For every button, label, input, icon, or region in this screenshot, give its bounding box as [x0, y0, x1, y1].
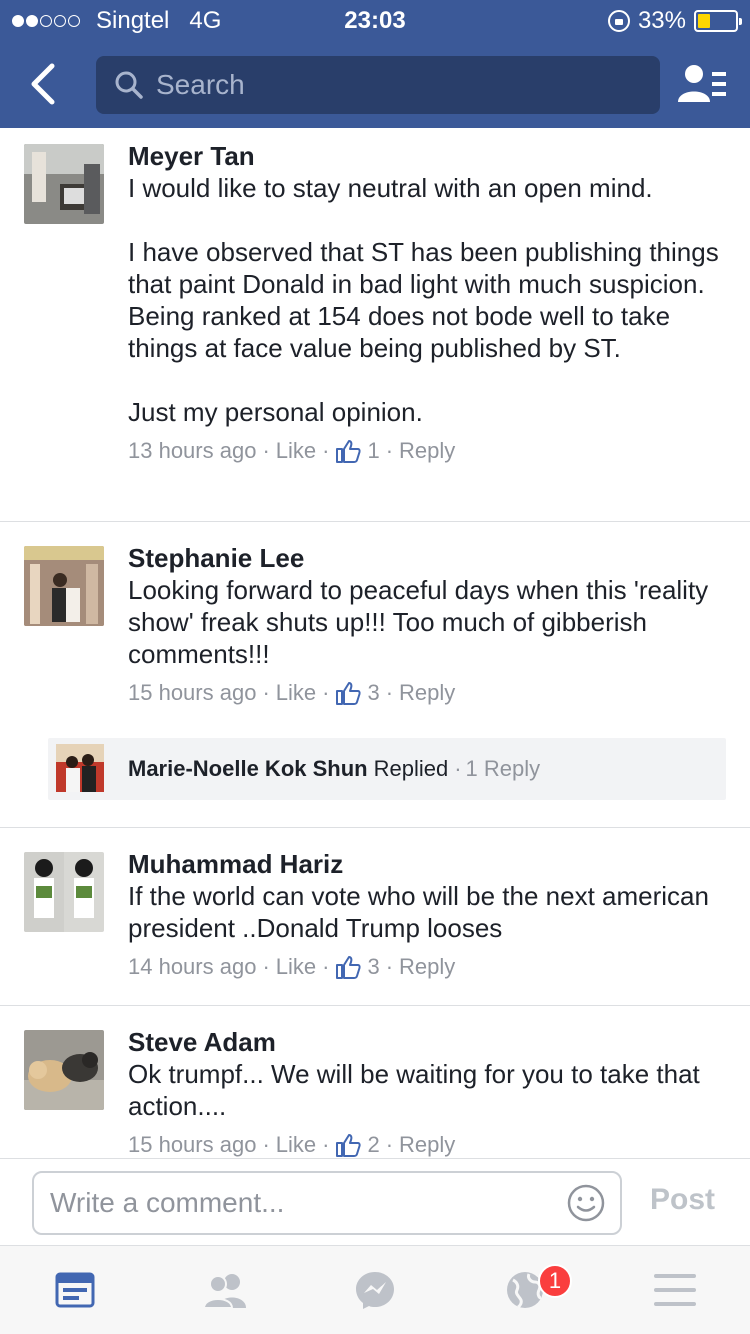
like-button[interactable]: Like — [276, 680, 316, 706]
comment-text: If the world can vote who will be the ne… — [128, 881, 717, 943]
thumbs-up-icon — [335, 680, 362, 706]
reply-button[interactable]: Reply — [399, 1132, 455, 1158]
post-button[interactable]: Post — [650, 1183, 715, 1217]
comment-item: Meyer Tan I would like to stay neutral w… — [0, 128, 750, 522]
thumbs-up-icon — [335, 954, 362, 980]
navigation-bar: Search — [0, 40, 750, 128]
news-feed-icon — [55, 1272, 95, 1308]
thumbs-up-icon — [335, 438, 362, 464]
search-input[interactable]: Search — [96, 56, 660, 114]
comment-meta: 15 hours ago · Like · 3 · Reply — [128, 680, 456, 706]
comment-text: Looking forward to peaceful days when th… — [128, 575, 716, 669]
comment-meta: 15 hours ago · Like · 2 · Reply — [128, 1132, 456, 1158]
avatar[interactable] — [24, 852, 104, 932]
comment-composer: Write a comment... Post — [0, 1158, 750, 1246]
tab-notifications[interactable]: 1 — [450, 1246, 600, 1334]
reply-button[interactable]: Reply — [399, 680, 455, 706]
top-bar: Singtel 4G 23:03 33% Search — [0, 0, 750, 128]
notification-badge: 1 — [538, 1264, 572, 1298]
comment-meta: 13 hours ago · Like · 1 · Reply — [128, 438, 456, 464]
tab-messenger[interactable] — [300, 1246, 450, 1334]
search-placeholder: Search — [156, 69, 245, 100]
like-count: 1 — [367, 438, 380, 463]
status-bar: Singtel 4G 23:03 33% — [0, 0, 750, 40]
reply-count[interactable]: 1 Reply — [466, 756, 541, 782]
like-button[interactable]: Like — [276, 954, 316, 980]
reply-author[interactable]: Marie-Noelle Kok Shun — [128, 756, 368, 782]
avatar[interactable] — [24, 144, 104, 224]
rotation-lock-icon — [607, 10, 630, 32]
reply-button[interactable]: Reply — [399, 438, 455, 464]
chevron-left-icon — [31, 63, 55, 105]
comment-author[interactable]: Meyer Tan — [128, 140, 726, 172]
tab-bar: 1 — [0, 1246, 750, 1334]
avatar — [56, 744, 104, 792]
comment-time: 14 hours ago — [128, 954, 257, 979]
comment-time: 15 hours ago — [128, 680, 257, 705]
battery-percent: 33% — [637, 7, 686, 34]
back-button[interactable] — [24, 62, 64, 106]
comment-input[interactable]: Write a comment... — [32, 1171, 622, 1235]
comment-item: Stephanie Lee Looking forward to peacefu… — [0, 522, 750, 828]
comment-time: 13 hours ago — [128, 438, 257, 463]
tab-friend-requests[interactable] — [150, 1246, 300, 1334]
friend-list-button[interactable] — [678, 62, 728, 106]
status-right: 33% — [607, 7, 742, 35]
emoji-icon[interactable] — [566, 1183, 606, 1223]
like-count: 2 — [367, 1132, 380, 1157]
comment-item: Steve Adam Ok trumpf... We will be waiti… — [0, 1006, 750, 1158]
comments-list: Meyer Tan I would like to stay neutral w… — [0, 128, 750, 1158]
person-list-icon — [678, 65, 726, 102]
menu-icon — [654, 1274, 696, 1306]
thumbs-up-icon — [335, 1132, 362, 1158]
messenger-icon — [356, 1272, 394, 1309]
like-count: 3 — [367, 954, 380, 979]
comment-author[interactable]: Steve Adam — [128, 1026, 726, 1058]
comment-meta: 14 hours ago · Like · 3 · Reply — [128, 954, 456, 980]
comment-item: Muhammad Hariz If the world can vote who… — [0, 828, 750, 1006]
avatar[interactable] — [24, 1030, 104, 1110]
like-count: 3 — [367, 680, 380, 705]
comment-author[interactable]: Stephanie Lee — [128, 542, 726, 574]
comment-input-placeholder: Write a comment... — [50, 1187, 285, 1218]
replies-summary[interactable]: Marie-Noelle Kok Shun Replied · 1 Reply — [48, 738, 726, 800]
comment-text: I would like to stay neutral with an ope… — [128, 173, 719, 427]
tab-news-feed[interactable] — [0, 1246, 150, 1334]
comment-author[interactable]: Muhammad Hariz — [128, 848, 726, 880]
search-icon — [115, 71, 143, 99]
like-button[interactable]: Like — [276, 1132, 316, 1158]
avatar[interactable] — [24, 546, 104, 626]
battery-icon — [694, 10, 742, 32]
friends-icon — [202, 1274, 246, 1309]
comment-text: Ok trumpf... We will be waiting for you … — [128, 1059, 707, 1121]
reply-button[interactable]: Reply — [399, 954, 455, 980]
comment-time: 15 hours ago — [128, 1132, 257, 1157]
like-button[interactable]: Like — [276, 438, 316, 464]
tab-more[interactable] — [600, 1246, 750, 1334]
reply-action: Replied — [373, 756, 449, 781]
